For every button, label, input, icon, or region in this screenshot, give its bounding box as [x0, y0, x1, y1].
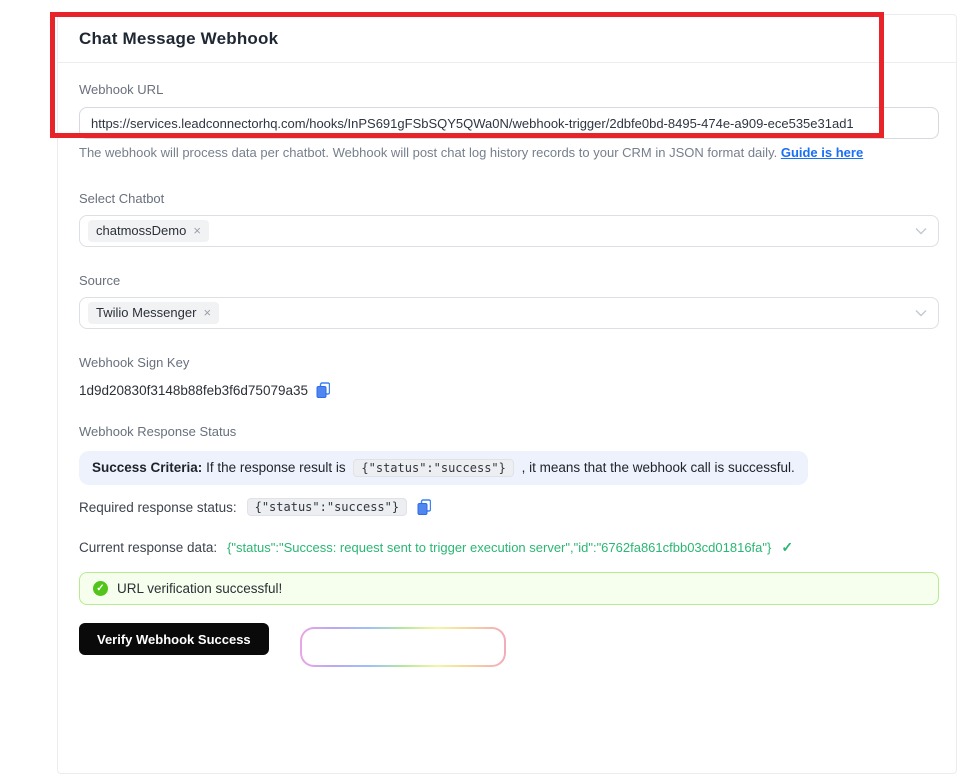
criteria-pre-text: If the response result is — [202, 460, 350, 475]
criteria-bold-text: Success Criteria: — [92, 460, 203, 475]
source-tag-label: Twilio Messenger — [96, 305, 197, 321]
webhook-url-input[interactable] — [79, 107, 939, 139]
card-header: Chat Message Webhook — [58, 15, 956, 63]
success-criteria-box: Success Criteria: If the response result… — [79, 451, 808, 485]
sign-key-value: 1d9d20830f3148b88feb3f6d75079a35 — [79, 382, 308, 398]
chatbot-tag-label: chatmossDemo — [96, 223, 187, 239]
source-label: Source — [79, 273, 121, 288]
required-status-row: Required response status: {"status":"suc… — [79, 498, 939, 516]
verification-success-message: URL verification successful! — [117, 581, 283, 596]
source-select[interactable]: Twilio Messenger × — [79, 297, 939, 329]
chatbot-tag: chatmossDemo × — [88, 220, 209, 242]
close-icon[interactable]: × — [203, 305, 211, 321]
chevron-down-icon — [915, 222, 927, 240]
verify-webhook-button[interactable]: Verify Webhook Success — [79, 623, 269, 655]
check-icon: ✓ — [781, 539, 794, 555]
current-response-value: {"status":"Success: request sent to trig… — [227, 540, 772, 555]
page-title: Chat Message Webhook — [79, 29, 279, 48]
webhook-help-text-body: The webhook will process data per chatbo… — [79, 145, 781, 160]
chatbot-select[interactable]: chatmossDemo × — [79, 215, 939, 247]
copy-icon[interactable] — [417, 499, 432, 515]
required-status-label: Required response status: — [79, 499, 237, 515]
criteria-code-chip: {"status":"success"} — [353, 459, 514, 477]
criteria-post-text: , it means that the webhook call is succ… — [517, 460, 795, 475]
response-status-label: Webhook Response Status — [79, 424, 237, 439]
close-icon[interactable]: × — [193, 223, 201, 239]
success-check-icon: ✓ — [93, 581, 108, 596]
webhook-url-label: Webhook URL — [79, 82, 164, 97]
select-chatbot-label: Select Chatbot — [79, 191, 165, 206]
required-status-code-chip: {"status":"success"} — [246, 498, 408, 516]
card-body: Webhook URL The webhook will process dat… — [58, 82, 956, 675]
verification-success-alert: ✓ URL verification successful! — [79, 572, 939, 605]
source-tag: Twilio Messenger × — [88, 302, 220, 324]
current-response-row: Current response data: {"status":"Succes… — [79, 539, 939, 556]
rainbow-border-button[interactable] — [300, 627, 506, 667]
sign-key-label: Webhook Sign Key — [79, 355, 190, 370]
webhook-help-text: The webhook will process data per chatbo… — [79, 145, 939, 160]
chevron-down-icon — [915, 304, 927, 322]
sign-key-row: 1d9d20830f3148b88feb3f6d75079a35 — [79, 382, 939, 398]
webhook-settings-card: Chat Message Webhook Webhook URL The web… — [57, 14, 957, 774]
copy-icon[interactable] — [316, 382, 330, 398]
guide-link[interactable]: Guide is here — [781, 145, 863, 160]
current-response-label: Current response data: — [79, 540, 218, 555]
